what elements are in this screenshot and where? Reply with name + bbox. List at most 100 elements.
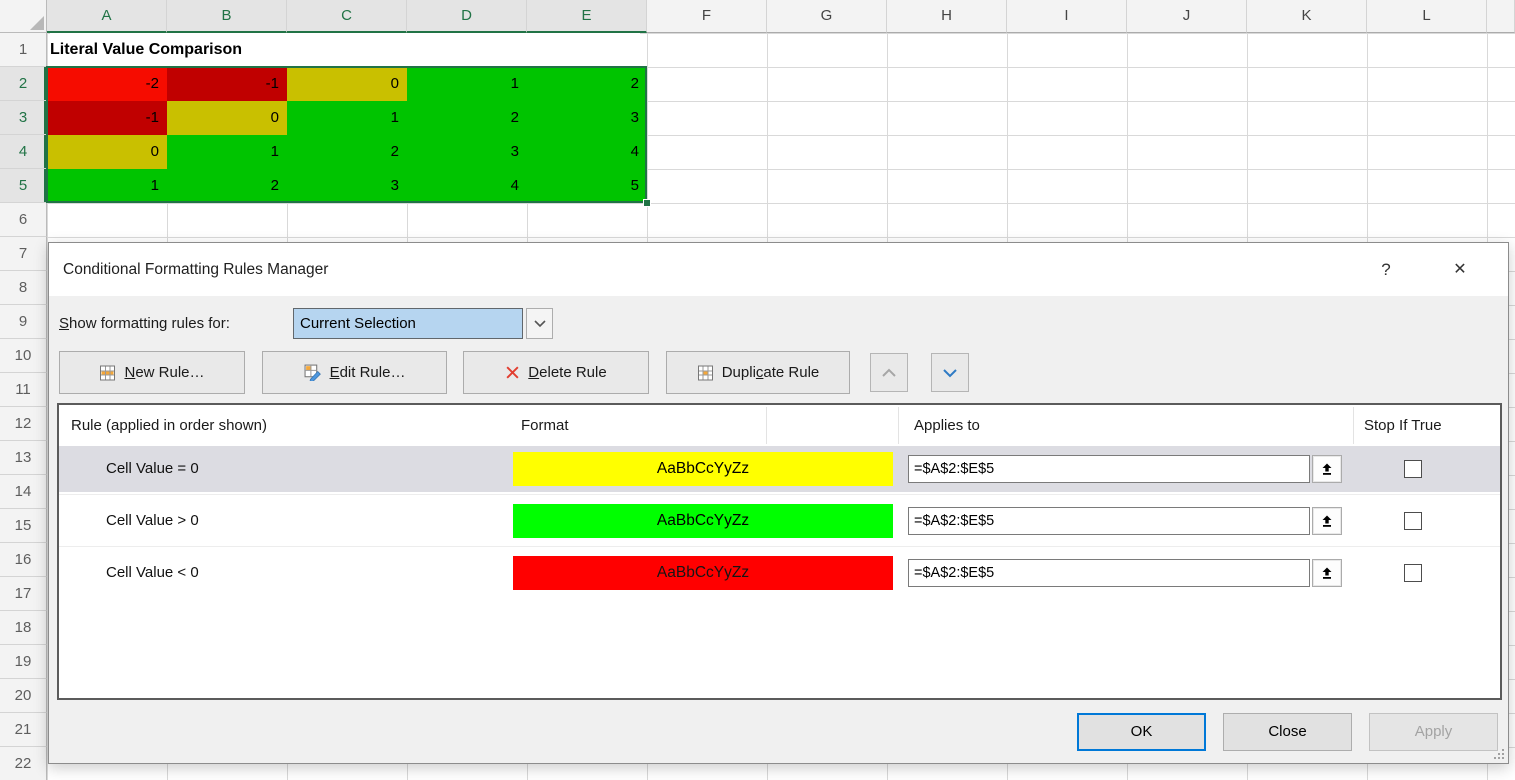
red-x-icon [505, 365, 520, 380]
cell-A2[interactable]: -2 [47, 67, 167, 101]
row-header-20[interactable]: 20 [0, 679, 47, 713]
column-header-H[interactable]: H [887, 0, 1007, 33]
scope-dropdown-value[interactable]: Current Selection [293, 308, 523, 339]
help-icon[interactable]: ? [1364, 243, 1408, 296]
range-picker-button[interactable] [1312, 507, 1342, 535]
row-header-11[interactable]: 11 [0, 373, 47, 407]
rule-row[interactable]: Cell Value < 0 AaBbCcYyZz [59, 550, 1500, 596]
row-header-2[interactable]: 2 [0, 67, 47, 101]
cell-B4[interactable]: 1 [167, 135, 287, 169]
cell-E3[interactable]: 3 [527, 101, 647, 135]
cell-D4[interactable]: 3 [407, 135, 527, 169]
header-format: Format [521, 405, 569, 446]
column-header-F[interactable]: F [647, 0, 767, 33]
applies-to-input[interactable] [908, 455, 1310, 483]
row-header-7[interactable]: 7 [0, 237, 47, 271]
collapse-dialog-icon [1320, 514, 1334, 528]
cell-E4[interactable]: 4 [527, 135, 647, 169]
cell-C3[interactable]: 1 [287, 101, 407, 135]
row-header-17[interactable]: 17 [0, 577, 47, 611]
row-header-8[interactable]: 8 [0, 271, 47, 305]
cell-A3[interactable]: -1 [47, 101, 167, 135]
cell-A1[interactable]: Literal Value Comparison [50, 33, 640, 67]
select-all-triangle-icon [30, 16, 44, 30]
rule-condition: Cell Value > 0 [106, 498, 199, 544]
row-header-10[interactable]: 10 [0, 339, 47, 373]
column-header-B[interactable]: B [167, 0, 287, 33]
cell-B3[interactable]: 0 [167, 101, 287, 135]
rule-row[interactable]: Cell Value > 0 AaBbCcYyZz [59, 498, 1500, 544]
column-header-K[interactable]: K [1247, 0, 1367, 33]
cell-E5[interactable]: 5 [527, 169, 647, 203]
row-header-9[interactable]: 9 [0, 305, 47, 339]
stop-if-true-checkbox[interactable] [1404, 564, 1422, 582]
scope-dropdown[interactable]: Current Selection [293, 308, 553, 339]
duplicate-rule-button[interactable]: Duplicate Rule [666, 351, 850, 394]
column-header-L[interactable]: L [1367, 0, 1487, 33]
range-picker-button[interactable] [1312, 559, 1342, 587]
new-rule-button[interactable]: New Rule… [59, 351, 245, 394]
row-header-4[interactable]: 4 [0, 135, 47, 169]
apply-button[interactable]: Apply [1369, 713, 1498, 751]
row-header-22[interactable]: 22 [0, 747, 47, 780]
cell-B2[interactable]: -1 [167, 67, 287, 101]
rule-condition: Cell Value = 0 [106, 446, 199, 492]
edit-rule-button[interactable]: Edit Rule… [262, 351, 447, 394]
row-header-19[interactable]: 19 [0, 645, 47, 679]
column-header-C[interactable]: C [287, 0, 407, 33]
stop-if-true-checkbox[interactable] [1404, 460, 1422, 478]
show-rules-label: Show formatting rules for: [59, 308, 230, 340]
cell-D5[interactable]: 4 [407, 169, 527, 203]
column-header-I[interactable]: I [1007, 0, 1127, 33]
applies-to-input[interactable] [908, 559, 1310, 587]
cell-C5[interactable]: 3 [287, 169, 407, 203]
range-picker-button[interactable] [1312, 455, 1342, 483]
stop-if-true-checkbox[interactable] [1404, 512, 1422, 530]
cell-D2[interactable]: 1 [407, 67, 527, 101]
cell-D3[interactable]: 2 [407, 101, 527, 135]
close-icon[interactable]: ✕ [1438, 243, 1482, 296]
close-button[interactable]: Close [1223, 713, 1352, 751]
column-header-A[interactable]: A [47, 0, 167, 33]
column-header-J[interactable]: J [1127, 0, 1247, 33]
ok-button[interactable]: OK [1077, 713, 1206, 751]
column-header-D[interactable]: D [407, 0, 527, 33]
row-header-14[interactable]: 14 [0, 475, 47, 509]
delete-rule-button[interactable]: Delete Rule [463, 351, 649, 394]
header-separator [898, 407, 899, 444]
table-pencil-icon [304, 364, 322, 381]
row-header-3[interactable]: 3 [0, 101, 47, 135]
row-header-18[interactable]: 18 [0, 611, 47, 645]
rule-row[interactable]: Cell Value = 0 AaBbCcYyZz [59, 446, 1500, 492]
header-stop-if-true: Stop If True [1364, 405, 1442, 446]
row-header-12[interactable]: 12 [0, 407, 47, 441]
column-header-E[interactable]: E [527, 0, 647, 33]
select-all-corner[interactable] [0, 0, 47, 33]
dialog-titlebar: Conditional Formatting Rules Manager ? ✕ [49, 243, 1508, 296]
cell-A5[interactable]: 1 [47, 169, 167, 203]
row-header-6[interactable]: 6 [0, 203, 47, 237]
cell-E2[interactable]: 2 [527, 67, 647, 101]
cell-A4[interactable]: 0 [47, 135, 167, 169]
chevron-down-icon [942, 368, 958, 378]
cell-C2[interactable]: 0 [287, 67, 407, 101]
move-rule-down-button[interactable] [931, 353, 969, 392]
row-header-16[interactable]: 16 [0, 543, 47, 577]
fill-handle[interactable] [643, 199, 651, 207]
resize-grip-icon[interactable] [1492, 747, 1505, 760]
cell-C4[interactable]: 2 [287, 135, 407, 169]
applies-to-input[interactable] [908, 507, 1310, 535]
header-applies-to: Applies to [914, 405, 980, 446]
new-rule-label: New Rule… [124, 364, 204, 381]
row-header-1[interactable]: 1 [0, 33, 47, 67]
row-header-15[interactable]: 15 [0, 509, 47, 543]
dialog-title: Conditional Formatting Rules Manager [63, 243, 328, 296]
row-header-21[interactable]: 21 [0, 713, 47, 747]
header-separator [766, 407, 767, 444]
row-header-13[interactable]: 13 [0, 441, 47, 475]
move-rule-up-button[interactable] [870, 353, 908, 392]
scope-dropdown-arrow[interactable] [526, 308, 553, 339]
cell-B5[interactable]: 2 [167, 169, 287, 203]
column-header-G[interactable]: G [767, 0, 887, 33]
row-header-5[interactable]: 5 [0, 169, 47, 203]
